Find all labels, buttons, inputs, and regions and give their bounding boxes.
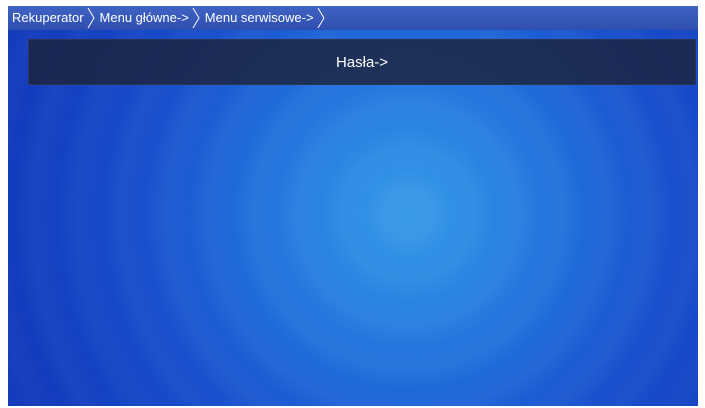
breadcrumb-separator-icon	[316, 6, 326, 30]
breadcrumb-separator-icon	[191, 6, 201, 30]
menu-item-label: Hasła->	[335, 53, 389, 71]
touch-screen: Rekuperator Menu główne-> Menu serwisowe…	[8, 6, 698, 406]
breadcrumb-item-menu-glowne[interactable]: Menu główne->	[96, 6, 191, 30]
breadcrumb-item-rekuperator[interactable]: Rekuperator	[8, 6, 86, 30]
breadcrumb: Rekuperator Menu główne-> Menu serwisowe…	[8, 6, 698, 30]
menu-item-hasla[interactable]: Hasła->	[28, 39, 696, 85]
breadcrumb-item-menu-serwisowe[interactable]: Menu serwisowe->	[201, 6, 316, 30]
breadcrumb-separator-icon	[86, 6, 96, 30]
